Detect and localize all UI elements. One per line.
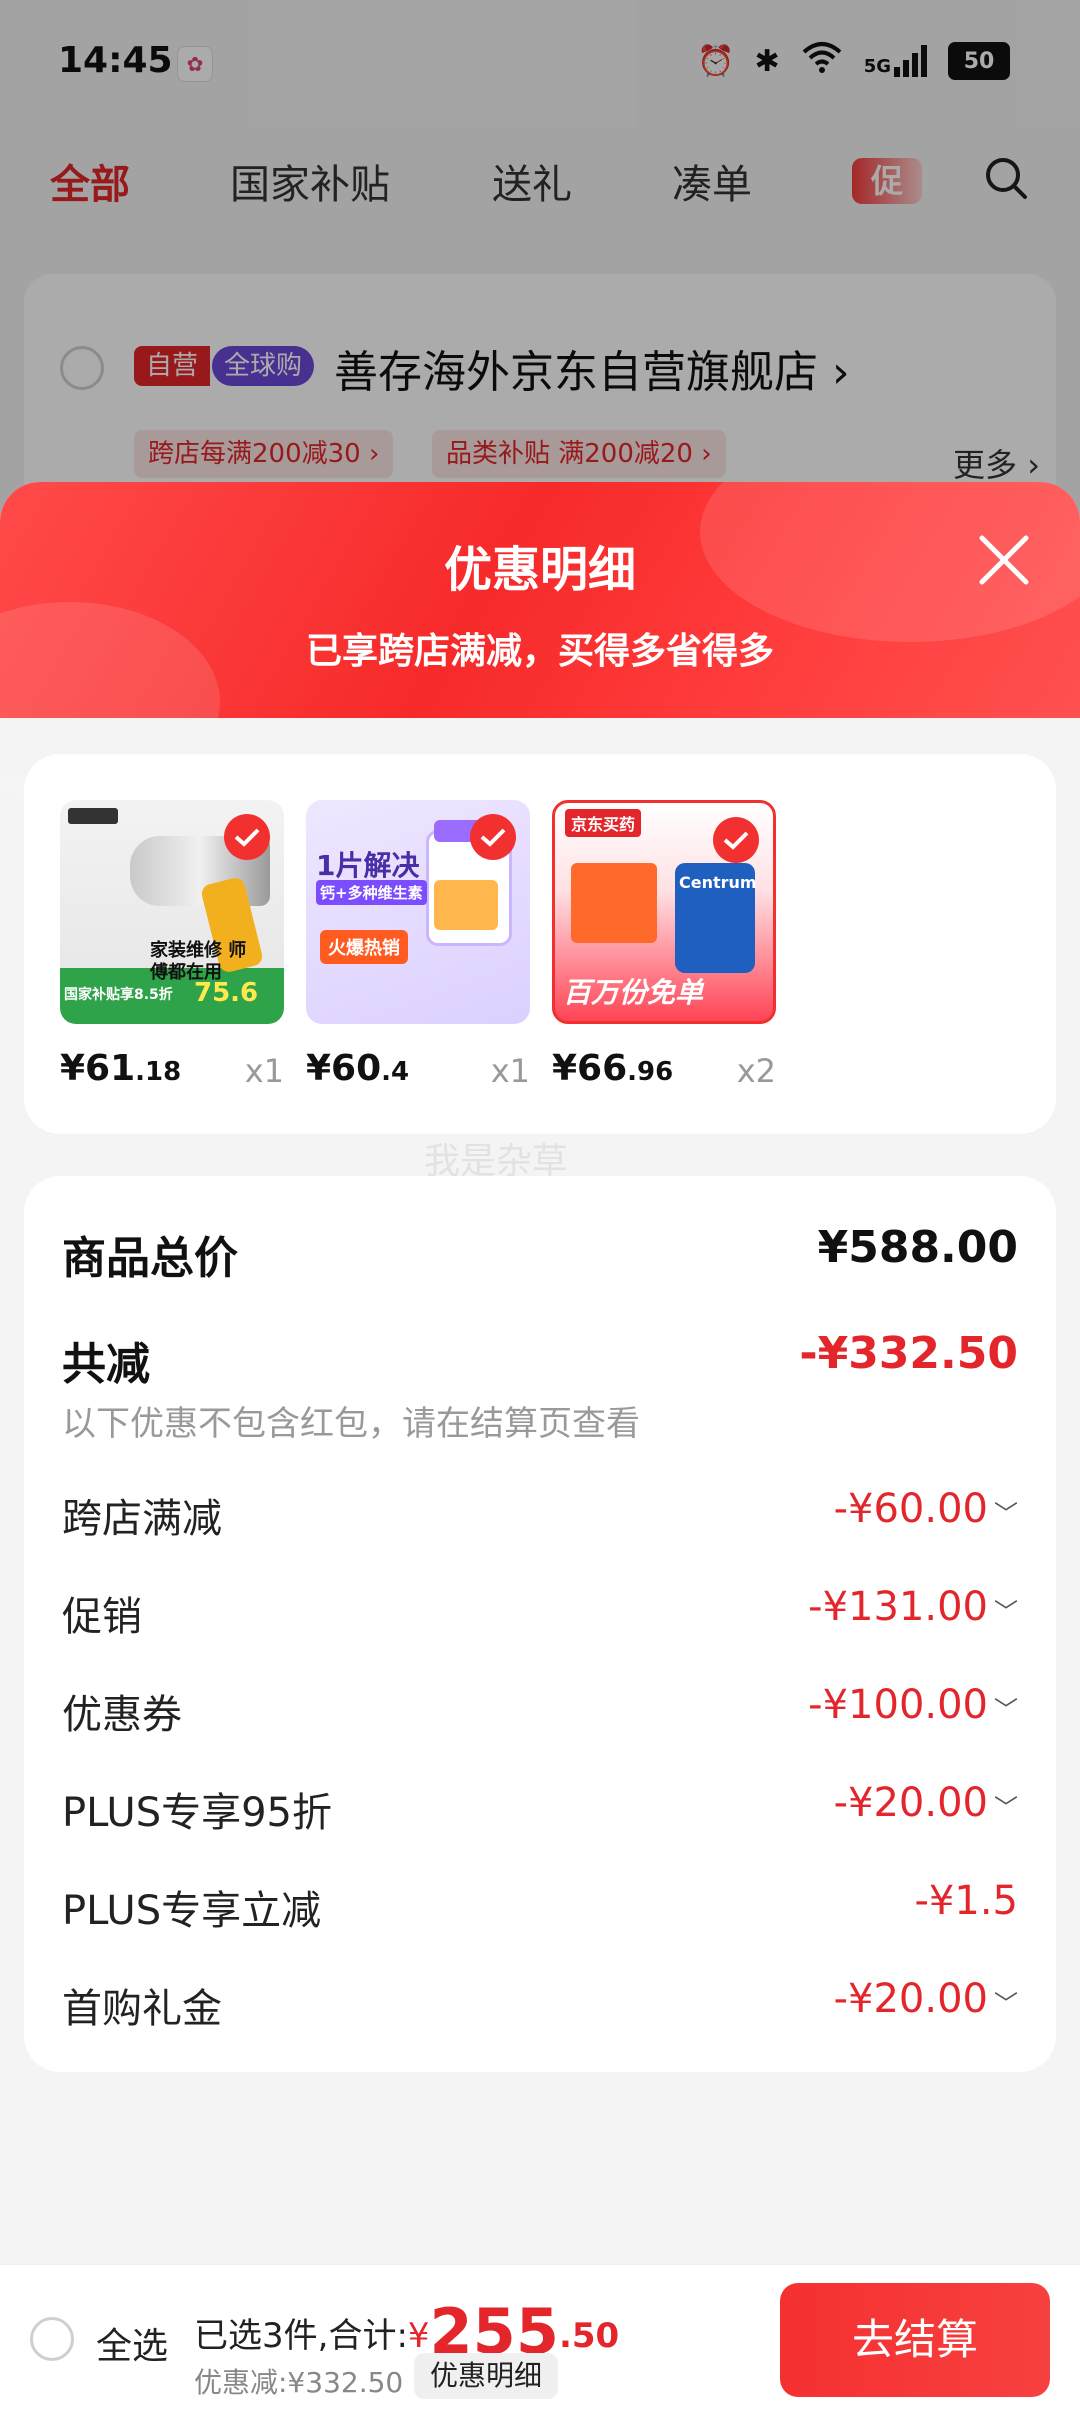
chevron-down-icon: ﹀: [994, 1696, 1018, 1724]
discount-note: 以下优惠不包含红包，请在结算页查看: [62, 1404, 640, 1444]
product-item[interactable]: 1片解决 钙+多种维生素 火爆热销 ¥60.4 x1: [306, 800, 530, 1090]
price-int: ¥66: [552, 1048, 628, 1089]
discount-row-plus-instant: PLUS专享立减 -¥1.5: [62, 1878, 1018, 1938]
product-thumbnail-drill: 家装维修 师傅都在用 75.6 国家补贴享8.5折: [60, 800, 284, 1024]
thumb-product: Centrum: [679, 873, 757, 892]
discount-label: 首购礼金: [62, 1986, 222, 2032]
chevron-down-icon: ﹀: [994, 1598, 1018, 1626]
price-int: ¥61: [60, 1048, 136, 1089]
discount-label: PLUS专享立减: [62, 1888, 322, 1934]
sheet-subtitle: 已享跨店满减，买得多省得多: [305, 631, 774, 672]
chevron-down-icon: ﹀: [994, 1500, 1018, 1528]
price-dec: .4: [381, 1057, 410, 1087]
discount-amount: -¥131.00: [808, 1584, 988, 1630]
discount-total: 优惠减:¥332.50: [194, 2366, 404, 2399]
discount-value: -¥60.00 ﹀: [834, 1486, 1018, 1532]
discount-value: -¥20.00 ﹀: [834, 1780, 1018, 1826]
thumb-subcaption: 钙+多种维生素: [316, 880, 427, 905]
price-int: ¥60: [306, 1048, 382, 1089]
thumb-label: 国家补贴享8.5折: [64, 987, 173, 1003]
total-price-value: ¥588.00: [817, 1222, 1018, 1273]
discount-row-coupon[interactable]: 优惠券 -¥100.00 ﹀: [62, 1682, 1018, 1742]
select-all-radio[interactable]: [30, 2317, 74, 2361]
checked-icon[interactable]: [470, 814, 516, 860]
discount-row-cross-store[interactable]: 跨店满减 -¥60.00 ﹀: [62, 1486, 1018, 1546]
discount-value: -¥100.00 ﹀: [808, 1682, 1018, 1728]
total-reduce-value: -¥332.50: [799, 1328, 1018, 1379]
discount-detail-button[interactable]: 优惠明细: [414, 2353, 559, 2399]
product-item[interactable]: 京东买药 Centrum 百万份免单 ¥66.96 x2: [552, 800, 776, 1090]
close-icon[interactable]: [976, 532, 1032, 588]
selected-products-card: 家装维修 师傅都在用 75.6 国家补贴享8.5折 ¥61.18 x1 1片解决…: [24, 754, 1056, 1134]
discount-row-plus-95[interactable]: PLUS专享95折 -¥20.00 ﹀: [62, 1780, 1018, 1840]
product-price: ¥60.4: [306, 1048, 409, 1089]
discount-value: -¥131.00 ﹀: [808, 1584, 1018, 1630]
price-dec: .18: [135, 1057, 182, 1087]
thumb-price: 75.6: [194, 978, 259, 1008]
discount-detail-sheet: 优惠明细 已享跨店满减，买得多省得多 家装维修 师傅都在用 75.6 国家补贴享…: [0, 482, 1080, 2414]
price-dec: .96: [627, 1057, 674, 1087]
product-price: ¥66.96: [552, 1048, 673, 1089]
total-decimal: .50: [558, 2316, 620, 2356]
checked-icon[interactable]: [713, 817, 759, 863]
discount-amount: -¥20.00: [833, 1780, 988, 1826]
sheet-header: 优惠明细 已享跨店满减，买得多省得多: [0, 482, 1080, 802]
currency-symbol: ¥: [407, 2316, 430, 2356]
product-qty: x1: [244, 1052, 284, 1090]
discount-row-first-purchase[interactable]: 首购礼金 -¥20.00 ﹀: [62, 1976, 1018, 2036]
product-price: ¥61.18: [60, 1048, 181, 1089]
thumb-caption: 百万份免单: [563, 976, 704, 1009]
discount-amount: -¥60.00: [833, 1486, 988, 1532]
checkout-bar: 全选 已选3件,合计:¥255.50 优惠减:¥332.50 优惠明细 去结算: [0, 2264, 1080, 2415]
select-all-label[interactable]: 全选: [96, 2317, 168, 2369]
discount-label: 促销: [62, 1594, 142, 1640]
discount-value: -¥20.00 ﹀: [834, 1976, 1018, 2022]
thumb-brand: 京东买药: [565, 809, 642, 837]
total-price-row: 商品总价 ¥588.00: [62, 1222, 1018, 1284]
product-qty: x2: [736, 1052, 776, 1090]
thumb-caption: 1片解决: [316, 849, 420, 882]
checked-icon[interactable]: [224, 814, 270, 860]
sheet-title: 优惠明细: [443, 542, 636, 598]
discount-label: 跨店满减: [62, 1496, 222, 1542]
product-thumbnail-vitamin: 1片解决 钙+多种维生素 火爆热销: [306, 800, 530, 1024]
discount-label: PLUS专享95折: [62, 1790, 332, 1836]
discount-summary-card: 商品总价 ¥588.00 共减 -¥332.50 以下优惠不包含红包，请在结算页…: [24, 1176, 1056, 2072]
chevron-down-icon: ﹀: [994, 1794, 1018, 1822]
thumb-label: 火爆热销: [320, 930, 408, 964]
discount-amount: -¥20.00: [833, 1976, 988, 2022]
product-thumbnail-centrum: 京东买药 Centrum 百万份免单: [552, 800, 776, 1024]
chevron-down-icon: ﹀: [994, 1990, 1018, 2018]
total-reduce-row: 共减 -¥332.50: [62, 1328, 1018, 1390]
discount-label: 优惠券: [62, 1692, 182, 1738]
total-reduce-label: 共减: [62, 1339, 150, 1390]
total-price-label: 商品总价: [62, 1233, 238, 1284]
product-qty: x1: [490, 1052, 530, 1090]
discount-amount: -¥1.5: [914, 1878, 1019, 1924]
selected-count-text: 已选3件,合计:: [194, 2316, 408, 2356]
discount-value: -¥1.5: [915, 1878, 1019, 1924]
discount-row-promotion[interactable]: 促销 -¥131.00 ﹀: [62, 1584, 1018, 1644]
product-item[interactable]: 家装维修 师傅都在用 75.6 国家补贴享8.5折 ¥61.18 x1: [60, 800, 284, 1090]
discount-amount: -¥100.00: [808, 1682, 988, 1728]
checkout-button[interactable]: 去结算: [780, 2283, 1050, 2397]
